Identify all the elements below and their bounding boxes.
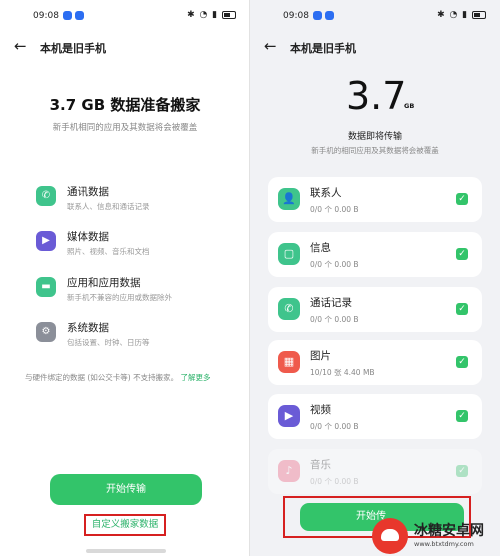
transfer-size-unit: GB [404,102,415,110]
notification-icon [75,11,84,20]
image-icon: ▦ [278,351,300,373]
migration-subtitle: 新手机相同的应用及其数据将会被覆盖 [52,123,198,133]
category-desc: 包括设置、时钟、日历等 [67,338,150,347]
data-category-apps: ▬ 应用和应用数据 新手机不兼容的应用或数据除外 [36,275,236,309]
category-title: 应用和应用数据 [67,277,141,289]
page-title: 本机是旧手机 [290,42,356,55]
checkbox-checked-icon[interactable]: ✓ [456,465,468,477]
notification-icon [313,11,322,20]
item-name: 信息 [310,242,331,254]
checkbox-checked-icon[interactable]: ✓ [456,356,468,368]
transfer-item-call-log[interactable]: ✆ 通话记录 0/0 个 0.00 B ✓ [268,287,482,332]
battery-icon [222,10,236,19]
watermark-name: 冰糖安卓网 [414,523,484,539]
status-time: 09:08 [283,11,309,21]
contact-icon: 👤 [278,188,300,210]
start-transfer-button[interactable]: 开始传输 [50,474,202,505]
item-info: 0/0 个 0.00 B [310,315,359,324]
settings-icon: ⚙ [36,322,56,342]
status-time: 09:08 [33,11,59,21]
item-name: 联系人 [310,187,342,199]
watermark-logo: 冰糖安卓网 www.btxtdmy.com [372,514,500,556]
item-info: 0/0 个 0.00 B [310,205,359,214]
back-arrow-icon[interactable]: ← [264,37,277,55]
category-desc: 新手机不兼容的应用或数据除外 [67,293,172,302]
message-icon: ▢ [278,243,300,265]
hardware-data-note: 与硬件绑定的数据 (如公交卡等) 不支持搬家。 了解更多 [25,372,211,383]
status-bar: 09:08 ✱ ◔ ▮ [0,9,250,25]
notification-icon [63,11,72,20]
transfer-item-messages[interactable]: ▢ 信息 0/0 个 0.00 B ✓ [268,232,482,277]
top-bar: ← 本机是旧手机 [0,36,250,58]
music-icon: ♪ [278,460,300,482]
transfer-subtitle: 新手机的相同应用及其数据将会被覆盖 [311,146,439,155]
old-phone-overview-screen: 09:08 ✱ ◔ ▮ ← 本机是旧手机 3.7 GB 数据准备搬家 新手机相同… [0,0,250,556]
watermark-logo-icon [372,518,408,554]
play-icon: ▶ [278,405,300,427]
migration-headline: 3.7 GB 数据准备搬家 [49,96,201,114]
item-info: 10/10 张 4.40 MB [310,368,375,377]
note-text: 与硬件绑定的数据 (如公交卡等) 不支持搬家。 [25,373,179,382]
data-category-communication: ✆ 通讯数据 联系人、信息和通话记录 [36,184,236,218]
phone-icon: ✆ [278,298,300,320]
checkbox-checked-icon[interactable]: ✓ [456,303,468,315]
gesture-bar [86,549,166,553]
learn-more-link[interactable]: 了解更多 [181,373,211,382]
system-icons: ✱ ◔ ▮ [187,10,236,20]
category-desc: 照片、视频、音乐和文档 [67,247,150,256]
system-icons: ✱ ◔ ▮ [437,10,486,20]
item-name: 视频 [310,404,331,416]
data-category-media: ▶ 媒体数据 照片、视频、音乐和文档 [36,229,236,263]
category-title: 系统数据 [67,322,109,334]
transfer-summary-screen: 09:08 ✱ ◔ ▮ ← 本机是旧手机 3.7 GB 数据即将传输 新手机的相… [250,0,500,556]
item-info: 0/0 个 0.00 B [310,477,359,486]
checkbox-checked-icon[interactable]: ✓ [456,193,468,205]
checkbox-checked-icon[interactable]: ✓ [456,410,468,422]
notification-icon [325,11,334,20]
category-title: 通讯数据 [67,186,109,198]
category-desc: 联系人、信息和通话记录 [67,202,150,211]
play-icon: ▶ [36,231,56,251]
back-arrow-icon[interactable]: ← [14,37,27,55]
transfer-item-images[interactable]: ▦ 图片 10/10 张 4.40 MB ✓ [268,340,482,385]
item-info: 0/0 个 0.00 B [310,422,359,431]
custom-migration-link[interactable]: 自定义搬家数据 [84,514,166,536]
item-name: 通话记录 [310,297,352,309]
transfer-item-contacts[interactable]: 👤 联系人 0/0 个 0.00 B ✓ [268,177,482,222]
transfer-item-videos[interactable]: ▶ 视频 0/0 个 0.00 B ✓ [268,394,482,439]
page-title: 本机是旧手机 [40,42,106,55]
item-name: 音乐 [310,459,331,471]
top-bar: ← 本机是旧手机 [250,36,500,58]
status-bar: 09:08 ✱ ◔ ▮ [250,9,500,25]
checkbox-checked-icon[interactable]: ✓ [456,248,468,260]
category-title: 媒体数据 [67,231,109,243]
item-info: 0/0 个 0.00 B [310,260,359,269]
battery-icon [472,10,486,19]
item-name: 图片 [310,350,331,362]
phone-icon: ✆ [36,186,56,206]
watermark-url: www.btxtdmy.com [414,540,474,548]
transfer-size-value: 3.7 [346,74,407,118]
transfer-title: 数据即将传输 [347,132,402,142]
android-icon: ▬ [36,277,56,297]
transfer-item-music[interactable]: ♪ 音乐 0/0 个 0.00 B ✓ [268,449,482,494]
data-category-system: ⚙ 系统数据 包括设置、时钟、日历等 [36,320,236,354]
